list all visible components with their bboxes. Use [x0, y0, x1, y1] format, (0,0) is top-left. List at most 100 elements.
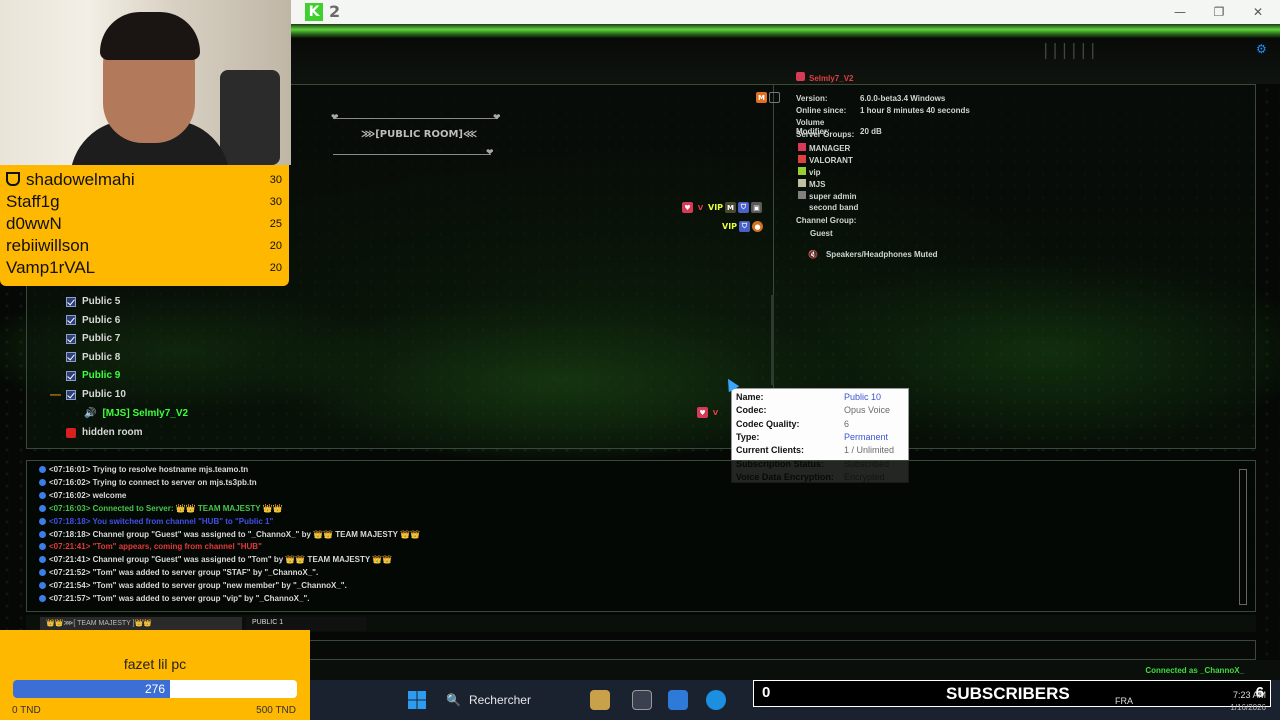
toolbar: |||||| ⚙: [291, 38, 1280, 84]
channel-item[interactable]: Public 9: [66, 370, 120, 381]
clock-time[interactable]: 7:23 AM: [1233, 690, 1266, 700]
log-line: <07:18:18> Channel group "Guest" was ass…: [39, 530, 420, 539]
terminal-icon[interactable]: [668, 690, 688, 710]
channel-user[interactable]: 🔊 [MJS] Selmly7_V2: [84, 408, 188, 419]
donation-max: 500 TND: [256, 705, 296, 716]
info-icon: [39, 491, 46, 499]
info-row: Version: 6.0.0-beta3.4 Windows: [796, 94, 946, 103]
game-app-icon[interactable]: [590, 690, 610, 710]
manager-badge-icon: ♥: [682, 202, 693, 213]
channel-item[interactable]: Public 7: [66, 333, 120, 344]
speaker-muted-icon: 🔇: [808, 250, 818, 259]
webcam-overlay: [0, 0, 291, 180]
user-badges: ♥ V VIP M ⛉ ▣: [682, 202, 763, 213]
leaderboard-row: rebiiwillson 20: [6, 236, 282, 255]
tooltip-row: Codec: Opus Voice: [736, 405, 891, 416]
channel-icon: [66, 333, 76, 344]
maximize-button[interactable]: ❐: [1210, 3, 1228, 21]
tooltip-row: Codec Quality: 6: [736, 418, 850, 429]
log-line: <07:18:18> You switched from channel "HU…: [39, 517, 273, 526]
info-icon: [39, 466, 46, 473]
server-group-item: super admin: [798, 191, 857, 201]
system-tray: FRA 7:23 AM 1/16/2026: [1085, 690, 1280, 718]
info-icon: [39, 504, 46, 512]
log-line: <07:16:02> welcome: [39, 491, 126, 500]
info-icon: [39, 478, 46, 486]
language-indicator[interactable]: FRA: [1115, 696, 1133, 706]
collapse-toggle[interactable]: —: [50, 389, 63, 401]
public-room-label: ⋙[PUBLIC ROOM]⋘: [361, 129, 478, 140]
log-scrollbar[interactable]: [1239, 469, 1247, 605]
moderator-icon: M: [756, 92, 767, 103]
leaderboard-widget: shadowelmahi 30 Staff1g 30 d0wwN 25 rebiiwills…: [0, 165, 289, 286]
info-icon: [39, 517, 46, 525]
server-group-item: MANAGER: [798, 143, 850, 153]
info-user-name: Selmly7_V2: [796, 72, 853, 83]
speaker-icon: 🔊: [84, 408, 97, 419]
server-groups-label: Server Groups:: [796, 130, 855, 139]
admin-badge-icon: ▣: [751, 202, 763, 213]
group-badge-icon: [798, 191, 806, 199]
leaderboard-row: d0wwN 25: [6, 214, 282, 233]
channel-icon: [66, 296, 76, 307]
donation-min: 0 TND: [12, 705, 41, 716]
log-line: <07:21:41> "Tom" appears, coming from ch…: [39, 542, 262, 551]
tooltip-row: Type: Permanent: [736, 431, 889, 442]
group-badge-icon: [798, 179, 806, 187]
settings-icon[interactable]: ⚙: [1256, 42, 1267, 56]
group-badge-icon: [798, 143, 806, 151]
channel-badge: M: [756, 92, 780, 103]
task-view-icon[interactable]: [632, 690, 652, 710]
taskbar-search[interactable]: 🔍 Rechercher: [446, 688, 606, 712]
log-line: <07:21:54> "Tom" was added to server gro…: [39, 581, 347, 590]
server-group-item: VALORANT: [798, 155, 853, 165]
log-line: <07:16:03> Connected to Server: 👑👑 TEAM …: [39, 504, 283, 513]
group-badge-icon: [798, 155, 806, 163]
subscribers-label: SUBSCRIBERS: [946, 684, 1070, 703]
shield-icon: ⛉: [739, 221, 751, 232]
chair-shape: [220, 70, 280, 165]
leaderboard-row: Staff1g 30: [6, 192, 282, 211]
clock-date[interactable]: 1/16/2026: [1230, 703, 1266, 712]
edge-browser-icon[interactable]: [706, 690, 726, 710]
info-icon: [39, 530, 46, 538]
channel-item[interactable]: Public 6: [66, 315, 120, 326]
log-line: <07:21:57> "Tom" was added to server gro…: [39, 594, 309, 603]
leaderboard-row: shadowelmahi 30: [6, 169, 282, 191]
channel-hidden-room[interactable]: hidden room: [66, 427, 143, 438]
public-room-banner: ❤ ❤ ⋙[PUBLIC ROOM]⋘ ❤: [331, 113, 501, 158]
minimize-button[interactable]: —: [1171, 3, 1189, 21]
close-button[interactable]: ✕: [1249, 3, 1267, 21]
app-title-bar: K 2 — ❐ ✕: [291, 0, 1280, 24]
screen: K 2 — ❐ ✕ |||||| ⚙ ❤ ❤ ⋙[PUBLIC ROOM]⋘ ❤…: [0, 0, 1280, 720]
mute-status: 🔇 Speakers/Headphones Muted: [808, 250, 938, 259]
country-flag-icon: ●: [752, 221, 764, 232]
channel-item[interactable]: Public 8: [66, 352, 120, 363]
tab-team-majesty[interactable]: 👑👑⋙[ TEAM MAJESTY ]👑👑: [40, 617, 242, 631]
info-icon: [39, 556, 46, 564]
tab-public-1[interactable]: PUBLIC 1: [246, 617, 366, 631]
tooltip-row: Current Clients: 1 / Unlimited: [736, 445, 895, 456]
valorant-badge-icon: V: [712, 408, 719, 417]
channel-icon: [66, 315, 76, 326]
log-line: <07:16:01> Trying to resolve hostname mj…: [39, 465, 248, 474]
channel-icon: [66, 389, 76, 400]
server-group-item: vip: [798, 167, 821, 177]
hidden-channel-icon: [66, 427, 76, 438]
channel-item[interactable]: Public 10: [66, 389, 126, 400]
windows-start-icon[interactable]: [408, 691, 426, 709]
mjs-badge-icon: M: [725, 202, 737, 213]
subscriber-count-left: 0: [762, 684, 771, 701]
info-icon: [39, 543, 46, 551]
checkbox-icon[interactable]: [769, 92, 780, 103]
channel-icon: [66, 352, 76, 363]
chat-input[interactable]: [291, 640, 1256, 660]
vip-badge-icon: VIP: [708, 203, 724, 212]
valorant-badge-icon: V: [697, 203, 704, 212]
channel-item[interactable]: Public 5: [66, 296, 120, 307]
log-line: <07:21:52> "Tom" was added to server gro…: [39, 568, 318, 577]
chat-log: <07:16:01> Trying to resolve hostname mj…: [26, 460, 1256, 612]
log-line: <07:16:02> Trying to connect to server o…: [39, 478, 257, 487]
vip-badge-icon: VIP: [722, 222, 738, 231]
toolbar-bars-icon: ||||||: [1043, 40, 1100, 59]
